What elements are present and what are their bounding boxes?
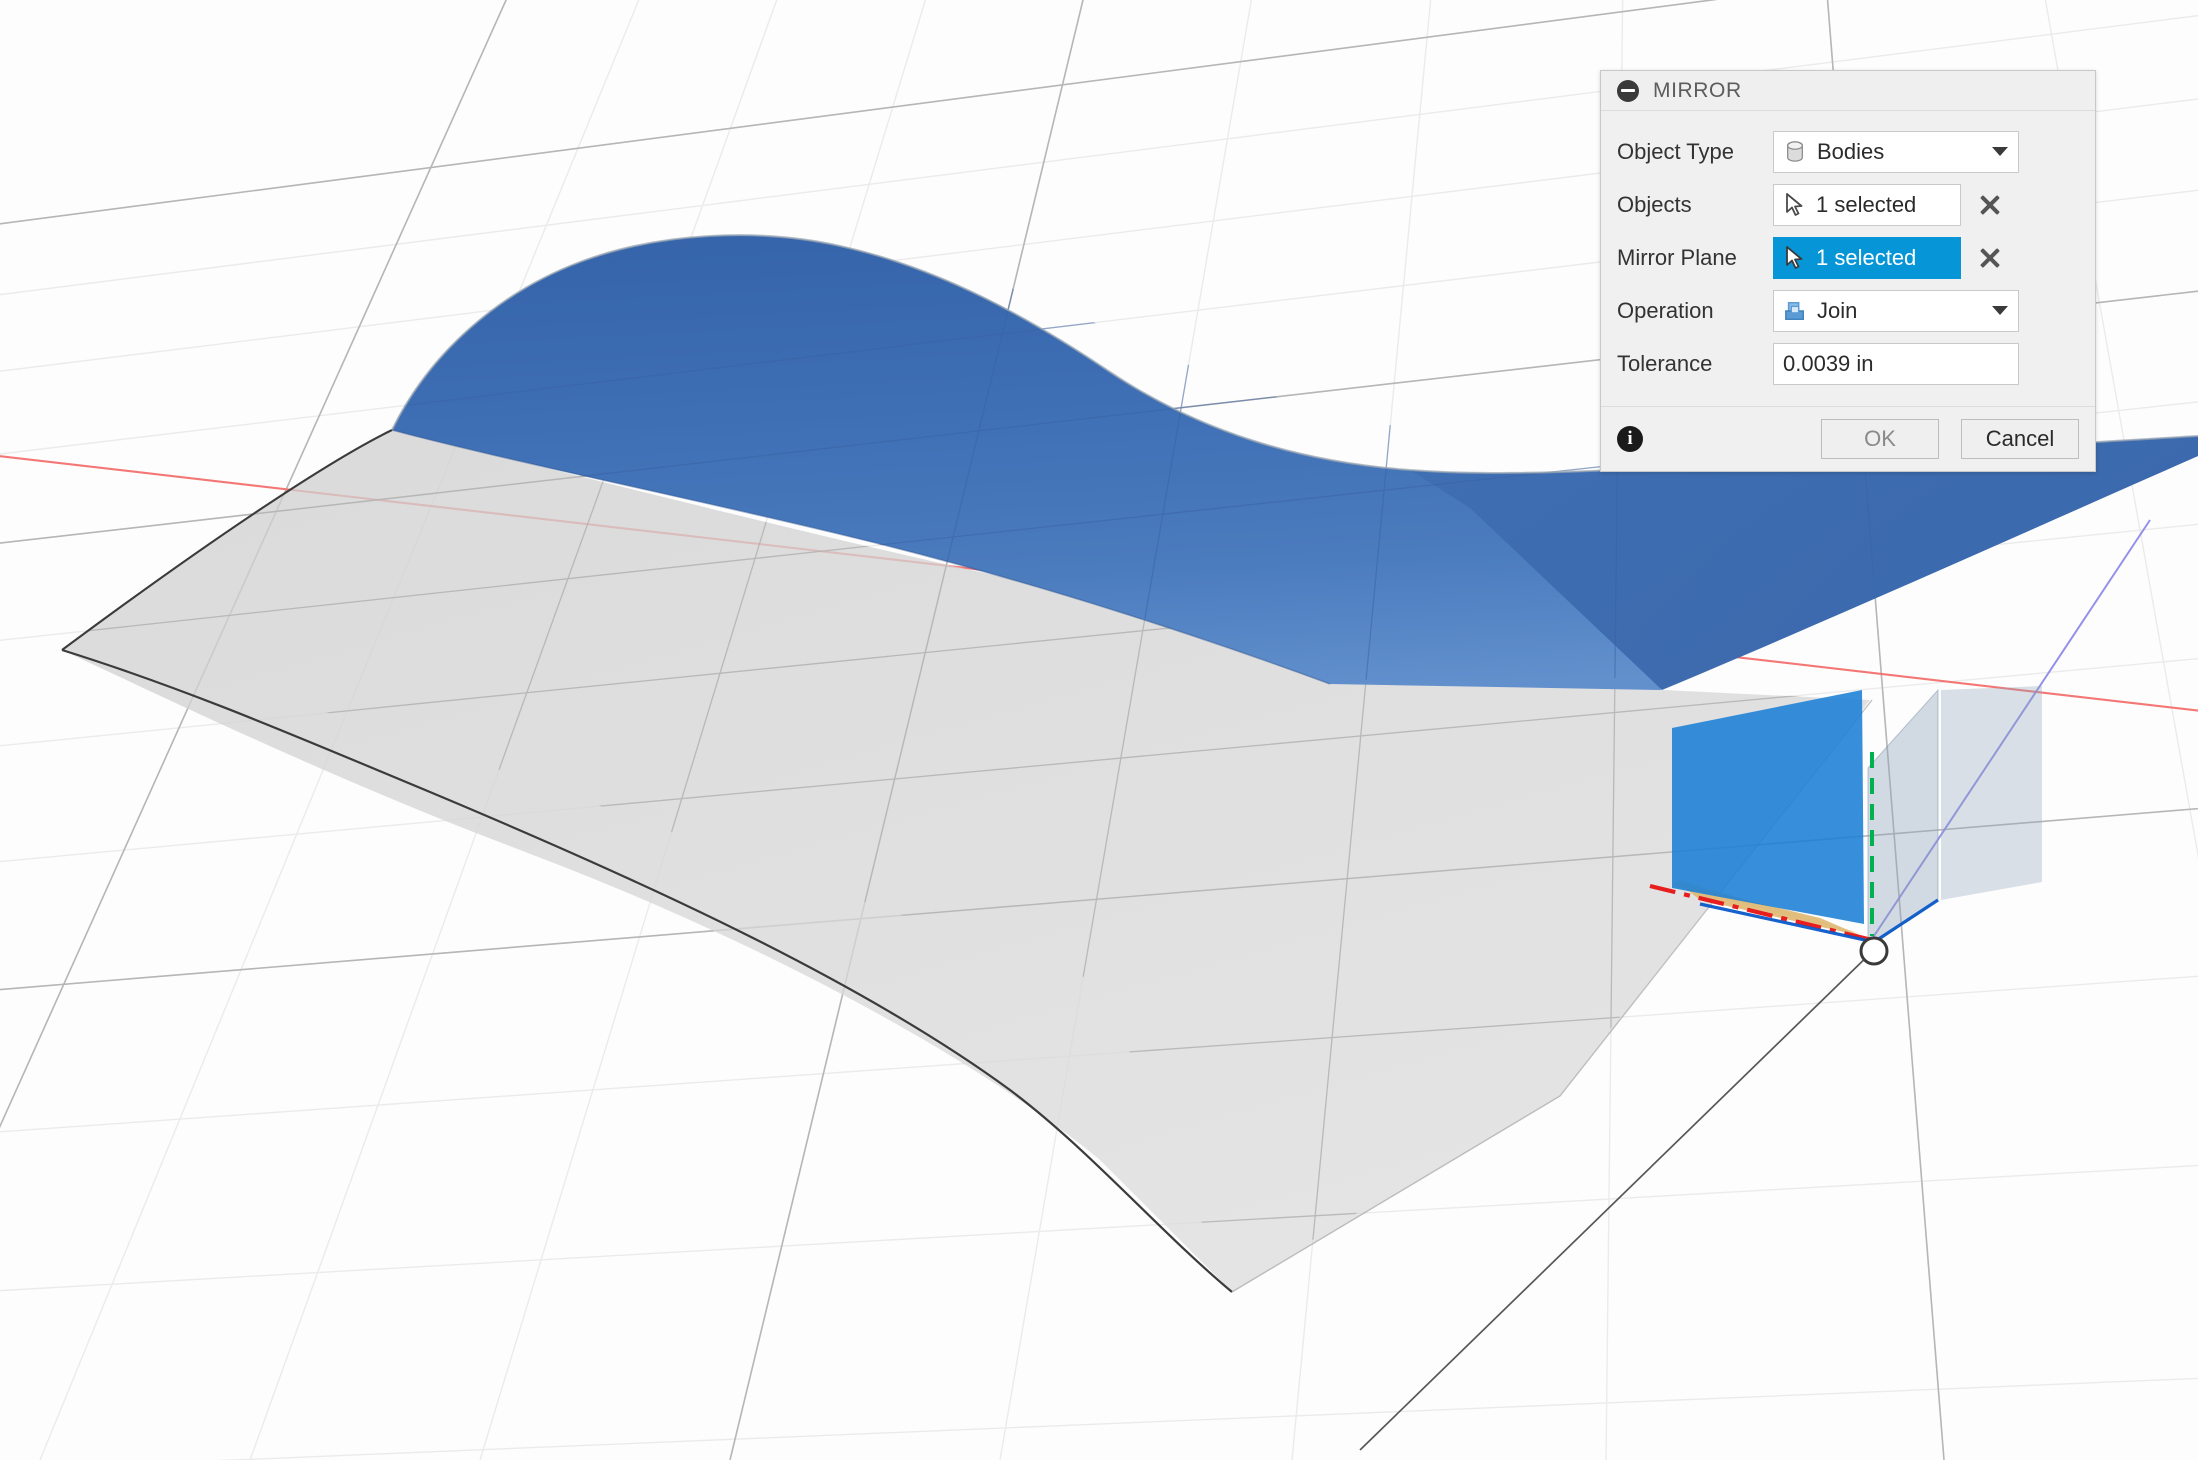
field-row-object-type: Object Type Bodies (1601, 125, 2095, 178)
field-row-mirror-plane: Mirror Plane 1 selected (1601, 231, 2095, 284)
field-row-objects: Objects 1 selected (1601, 178, 2095, 231)
mirror-plane-selection-value: 1 selected (1816, 244, 1917, 270)
body-cylinder-icon (1787, 140, 1803, 162)
cancel-button[interactable]: Cancel (1961, 419, 2079, 459)
operation-label: Operation (1617, 297, 1714, 323)
footer-buttons: OK Cancel (1821, 419, 2079, 459)
minus-circle-icon[interactable] (1617, 79, 1639, 102)
object-type-dropdown[interactable]: Bodies (1773, 130, 2019, 173)
modeling-viewport[interactable]: MIRROR Object Type Bodies Objects 1 sele… (0, 0, 2198, 1460)
dialog-body: Object Type Bodies Objects 1 selected Mi… (1601, 111, 2095, 407)
cursor-select-icon (1786, 245, 1803, 269)
dialog-title: MIRROR (1653, 78, 1742, 102)
operation-dropdown[interactable]: Join (1773, 289, 2019, 332)
mirror-dialog[interactable]: MIRROR Object Type Bodies Objects 1 sele… (1600, 70, 2096, 472)
info-circle-icon[interactable]: i (1617, 426, 1643, 452)
chevron-down-icon (1992, 306, 2008, 315)
tolerance-input[interactable] (1773, 342, 2019, 385)
origin-point (1859, 936, 1889, 966)
objects-selection-field[interactable]: 1 selected (1773, 183, 1961, 226)
tolerance-label: Tolerance (1617, 350, 1713, 376)
field-row-tolerance: Tolerance (1601, 337, 2095, 390)
field-row-operation: Operation Join (1601, 284, 2095, 337)
mirror-plane-selection-field[interactable]: 1 selected (1773, 236, 1961, 279)
operation-value: Join (1817, 297, 1858, 323)
construction-plane (1867, 688, 1939, 949)
ok-button[interactable]: OK (1821, 419, 1939, 459)
mirror-plane-clear-icon[interactable] (1975, 243, 2005, 273)
mirror-plane-label: Mirror Plane (1617, 244, 1737, 270)
mirror-plane-highlight (1672, 690, 1864, 924)
dialog-footer: i OK Cancel (1601, 407, 2095, 471)
objects-label: Objects (1617, 191, 1692, 217)
construction-plane-wide (1941, 686, 2042, 900)
objects-clear-icon[interactable] (1975, 190, 2005, 220)
cursor-select-icon (1786, 192, 1803, 216)
object-type-label: Object Type (1617, 138, 1734, 164)
dialog-titlebar[interactable]: MIRROR (1601, 71, 2095, 111)
object-type-value: Bodies (1817, 138, 1885, 164)
join-operation-icon (1785, 301, 1804, 320)
chevron-down-icon (1992, 147, 2008, 156)
objects-selection-value: 1 selected (1816, 191, 1917, 217)
